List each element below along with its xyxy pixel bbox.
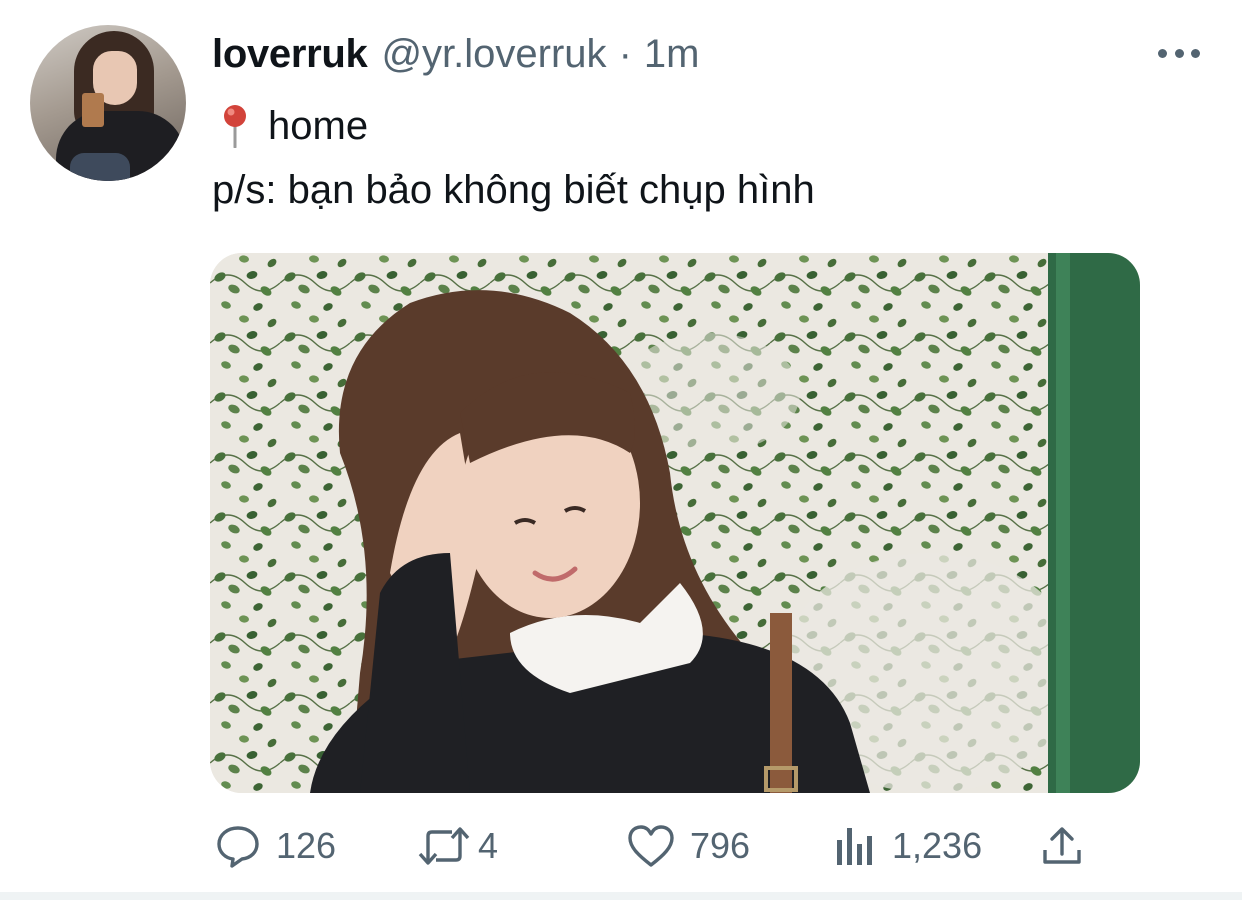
more-dot-icon	[1191, 48, 1200, 58]
round-pushpin-icon	[224, 105, 246, 148]
reply-button[interactable]: 126	[214, 818, 336, 874]
avatar[interactable]	[30, 25, 186, 181]
tweet-header: loverruk @yr.loverruk · 1m	[212, 28, 699, 80]
retweet-icon	[416, 822, 472, 870]
heart-icon	[626, 822, 676, 870]
share-icon	[1040, 822, 1084, 870]
tweet-divider	[0, 892, 1242, 900]
more-dot-icon	[1174, 48, 1184, 58]
header-separator: ·	[618, 31, 632, 76]
reply-icon	[214, 822, 262, 870]
tweet-text-line-2: p/s: bạn bảo không biết chụp hình	[212, 168, 815, 212]
author-handle[interactable]: @yr.loverruk	[381, 32, 606, 77]
photo-girl-ivy-wall	[210, 253, 1140, 793]
tweet-text-line-1: home	[212, 102, 368, 150]
tweet-action-bar: 126 4 796 1,236	[210, 818, 1110, 874]
share-button[interactable]	[1040, 818, 1084, 874]
avatar-legs	[70, 153, 130, 181]
retweet-button[interactable]: 4	[416, 818, 498, 874]
views-button[interactable]: 1,236	[834, 818, 982, 874]
more-options-button[interactable]	[1158, 40, 1200, 66]
like-button[interactable]: 796	[626, 818, 750, 874]
reply-count: 126	[276, 825, 337, 866]
retweet-count: 4	[478, 825, 499, 866]
location-text: home	[268, 104, 369, 148]
more-dot-icon	[1158, 48, 1167, 58]
views-count: 1,236	[892, 825, 983, 866]
avatar-cup	[82, 93, 104, 127]
tweet-timestamp[interactable]: 1m	[644, 32, 700, 77]
bar-chart-icon	[834, 822, 876, 870]
like-count: 796	[690, 825, 751, 866]
author-display-name[interactable]: loverruk	[212, 32, 368, 77]
tweet-photo[interactable]	[210, 253, 1140, 793]
